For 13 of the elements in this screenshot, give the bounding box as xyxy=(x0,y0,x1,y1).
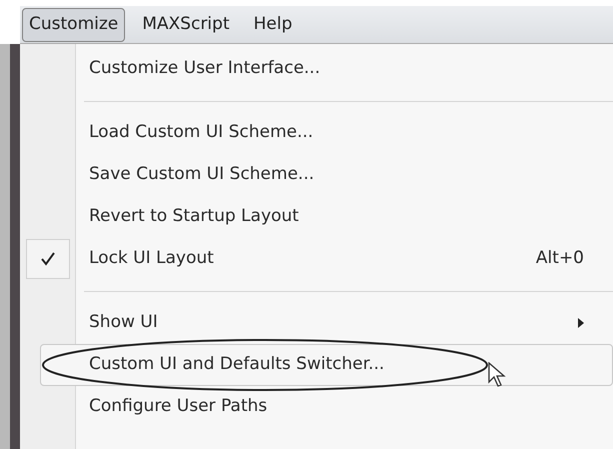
menu-item[interactable]: Customize User Interface... xyxy=(76,48,613,90)
checkmark-icon xyxy=(38,250,56,268)
menu-item[interactable]: Load Custom UI Scheme... xyxy=(76,112,613,154)
menu-item[interactable]: Save Custom UI Scheme... xyxy=(76,154,613,196)
menu-bar-item[interactable]: Help xyxy=(246,8,300,42)
menu-item[interactable]: Configure User Paths xyxy=(76,386,613,428)
menu-item[interactable]: Custom UI and Defaults Switcher... xyxy=(40,344,613,386)
menu-item[interactable]: Revert to Startup Layout xyxy=(76,196,613,238)
menu-item[interactable]: Show UI xyxy=(76,302,613,344)
menu-bar-item[interactable]: MAXScript xyxy=(135,8,236,42)
menu-bar-item[interactable]: Customize xyxy=(22,8,126,42)
shortcut-text: Alt+0 xyxy=(536,247,584,270)
menu-item[interactable]: Lock UI Layout Alt+0 xyxy=(76,238,613,280)
